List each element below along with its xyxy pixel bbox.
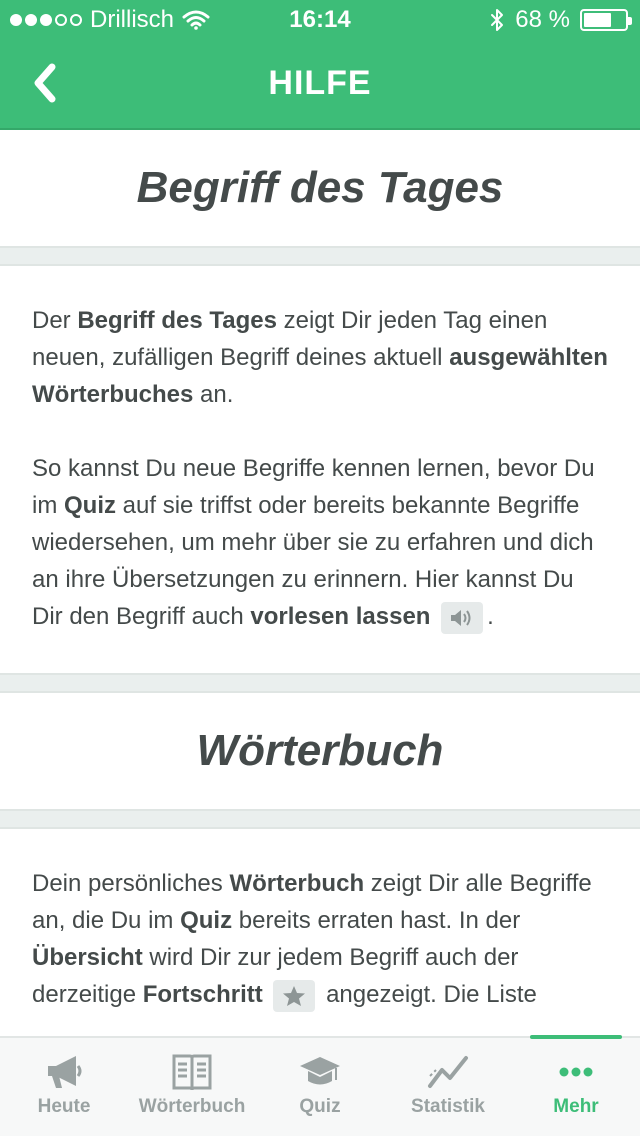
bold-term: Quiz (180, 907, 233, 934)
page-title: HILFE (268, 64, 372, 102)
tab-woerterbuch[interactable]: Wörterbuch (128, 1038, 256, 1136)
more-dots-icon (559, 1067, 593, 1077)
section-separator (0, 248, 640, 266)
navigation-bar: HILFE (0, 40, 640, 128)
tab-label: Quiz (299, 1096, 341, 1117)
text-run: angezeigt. Die Liste (319, 981, 537, 1008)
bold-term: vorlesen lassen (250, 603, 431, 630)
paragraph: So kannst Du neue Begriffe kennen lernen… (32, 450, 608, 635)
tab-statistik[interactable]: Statistik (384, 1038, 512, 1136)
tab-label: Wörterbuch (138, 1096, 246, 1117)
section-body-begriff-des-tages: Der Begriff des Tages zeigt Dir jeden Ta… (0, 266, 640, 675)
section-body-woerterbuch: Dein persönliches Wörterbuch zeigt Dir a… (0, 829, 640, 1036)
tab-bar: Heute Wörterbuch Quiz Statistik Mehr (0, 1035, 640, 1136)
tab-heute[interactable]: Heute (0, 1038, 128, 1136)
bold-term: Quiz (64, 492, 116, 519)
section-header-woerterbuch: Wörterbuch (0, 693, 640, 811)
section-header-begriff-des-tages: Begriff des Tages (0, 130, 640, 248)
help-content[interactable]: Begriff des Tages Der Begriff des Tages … (0, 130, 640, 1036)
status-right: 68 % (489, 6, 632, 34)
paragraph: Dein persönliches Wörterbuch zeigt Dir a… (32, 865, 608, 1013)
section-separator (0, 675, 640, 693)
tab-label: Statistik (411, 1096, 485, 1117)
tab-mehr[interactable]: Mehr (512, 1035, 640, 1136)
text-run: an. (193, 381, 234, 408)
battery-percent: 68 % (515, 6, 570, 33)
tab-label: Heute (37, 1096, 91, 1117)
section-title: Wörterbuch (196, 726, 444, 775)
bold-term: Begriff des Tages (77, 307, 277, 334)
battery-level (584, 13, 612, 27)
tab-quiz[interactable]: Quiz (256, 1038, 384, 1136)
megaphone-icon (48, 1056, 82, 1088)
text-run: Der (32, 307, 78, 334)
speaker-icon (441, 601, 484, 634)
text-run: Dein persönliches (32, 870, 230, 897)
status-bar: Drillisch 16:14 68 % (0, 0, 640, 40)
section-separator (0, 811, 640, 829)
trend-line-icon (428, 1056, 468, 1088)
text-run: bereits erraten hast. In der (232, 907, 521, 934)
graduation-cap-icon (300, 1057, 340, 1085)
section-title: Begriff des Tages (136, 163, 504, 212)
bluetooth-icon (491, 9, 504, 31)
app-header: Drillisch 16:14 68 % HILFE (0, 0, 640, 130)
active-tab-indicator (530, 1035, 622, 1039)
paragraph: Der Begriff des Tages zeigt Dir jeden Ta… (32, 302, 608, 413)
bold-term: Fortschritt (142, 981, 263, 1008)
battery-cap (628, 17, 632, 25)
bold-term: Übersicht (32, 944, 143, 971)
bold-term: Wörterbuch (229, 870, 365, 897)
text-run: . (487, 603, 494, 630)
battery-icon (580, 9, 632, 31)
book-icon (172, 1054, 212, 1091)
star-icon (273, 979, 316, 1012)
tab-label: Mehr (553, 1096, 599, 1117)
